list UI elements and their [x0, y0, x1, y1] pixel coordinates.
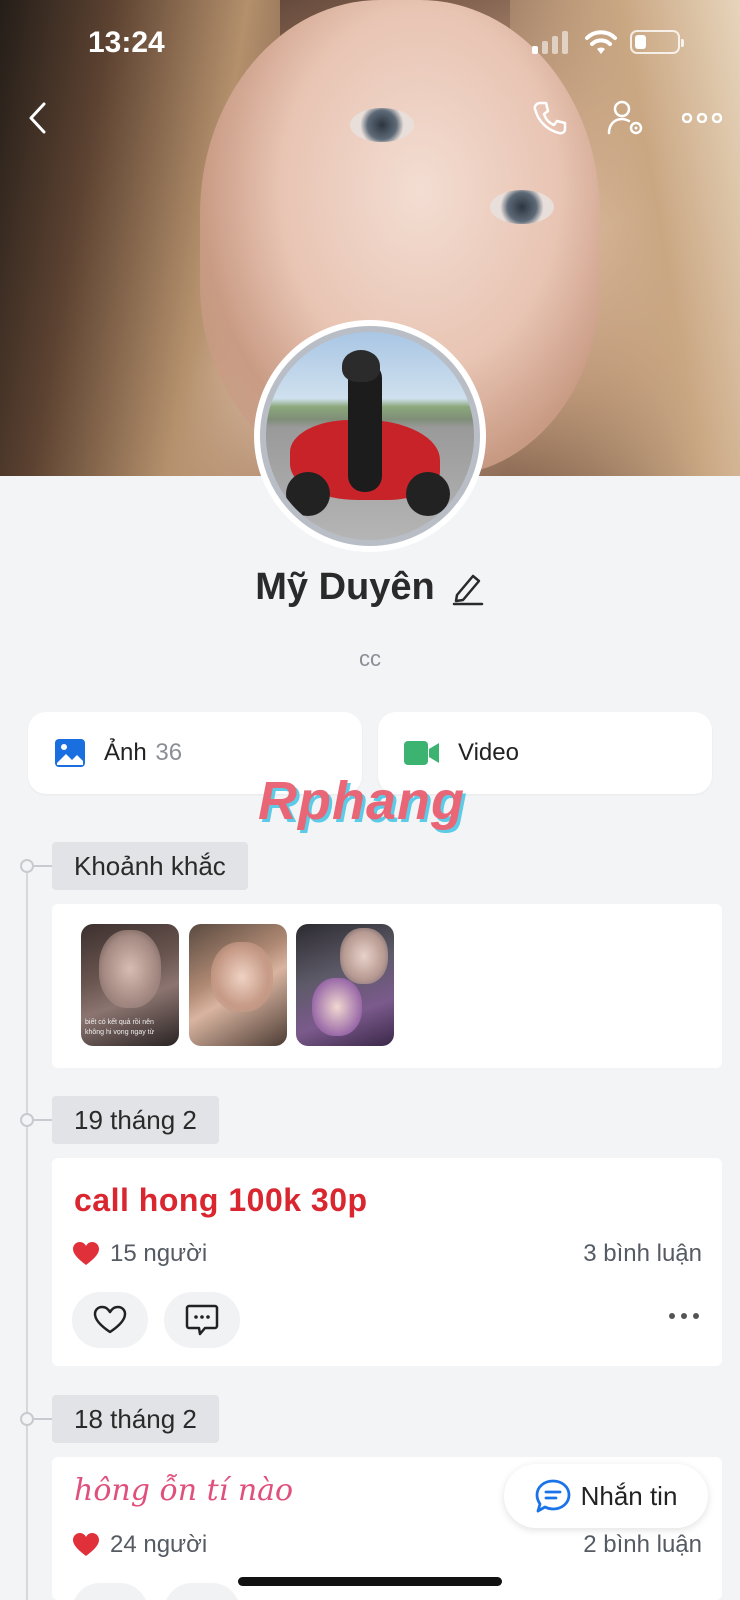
cover-eye-left	[350, 108, 414, 142]
timeline-dot	[20, 1412, 34, 1426]
cover-eye-right	[490, 190, 554, 224]
post-likes-count: 24 người	[110, 1531, 208, 1558]
comment-button[interactable]	[164, 1292, 240, 1348]
post-card[interactable]: call hong 100k 30p 15 người 3 bình luận	[52, 1158, 722, 1366]
timeline-line	[26, 870, 28, 1600]
comment-icon	[185, 1304, 219, 1336]
profile-name: Mỹ Duyên	[255, 566, 435, 608]
profile-name-row: Mỹ Duyên	[0, 566, 740, 609]
more-options-button[interactable]	[672, 96, 732, 140]
profile-bio: cc	[359, 646, 381, 671]
post-more-icon[interactable]	[668, 1312, 700, 1320]
image-icon	[55, 739, 85, 767]
post-text: call hong 100k 30p	[74, 1182, 368, 1218]
moments-card: biết có kết quả rồi nên không hi vọng ng…	[52, 904, 722, 1068]
post-date: 18 tháng 2	[52, 1395, 219, 1443]
post-likes[interactable]: 15 người	[72, 1240, 207, 1268]
back-button[interactable]	[16, 96, 60, 140]
avatar-photo	[260, 326, 480, 546]
moment-caption-line-1: biết có kết quả rồi nên	[85, 1019, 154, 1026]
ellipsis-icon	[682, 113, 722, 123]
send-message-button[interactable]: Nhắn tin	[504, 1464, 708, 1528]
post-likes[interactable]: 24 người	[72, 1531, 207, 1559]
like-button[interactable]	[72, 1583, 148, 1600]
video-camera-icon	[404, 741, 439, 765]
timeline-dot	[20, 1113, 34, 1127]
heart-outline-icon	[93, 1305, 127, 1334]
timeline-tick	[34, 1418, 52, 1420]
moment-thumbnail[interactable]	[296, 924, 394, 1046]
heart-filled-icon	[73, 1242, 99, 1265]
call-button[interactable]	[528, 96, 572, 140]
moment-thumbnail[interactable]: biết có kết quả rồi nên không hi vọng ng…	[81, 924, 179, 1046]
photos-label: Ảnh	[104, 739, 147, 766]
video-label: Video	[458, 739, 519, 766]
timeline-tick	[34, 1119, 52, 1121]
send-message-label: Nhắn tin	[580, 1480, 678, 1511]
comment-button[interactable]	[164, 1583, 240, 1600]
chevron-left-icon	[29, 102, 46, 134]
post-likes-count: 15 người	[110, 1240, 208, 1267]
watermark-logo: Rphang	[258, 771, 465, 831]
post-date: 19 tháng 2	[52, 1096, 219, 1144]
timeline-dot	[20, 859, 34, 873]
user-gear-icon	[607, 100, 643, 135]
avatar[interactable]	[254, 320, 486, 552]
moment-caption-line-2: không hi vọng ngay từ	[85, 1029, 155, 1036]
signal-icon	[532, 30, 568, 54]
post-comments-count[interactable]: 3 bình luận	[583, 1240, 702, 1268]
post-text: hông ỗn tí nào	[74, 1473, 294, 1508]
status-bar: 13:24	[0, 0, 740, 88]
chat-bubble-icon	[535, 1479, 570, 1513]
moment-doll	[312, 978, 362, 1036]
moments-label: Khoảnh khắc	[52, 842, 248, 890]
like-button[interactable]	[72, 1292, 148, 1348]
post-comments-count[interactable]: 2 bình luận	[583, 1531, 702, 1559]
avatar-helmet	[342, 350, 380, 382]
battery-icon	[630, 30, 684, 54]
status-time: 13:24	[88, 26, 165, 59]
edit-pencil-icon[interactable]	[451, 570, 485, 606]
moment-thumbnail[interactable]	[189, 924, 287, 1046]
phone-icon	[533, 101, 567, 135]
moment-face	[211, 942, 273, 1012]
avatar-wheel-front	[286, 472, 330, 516]
moment-face	[99, 930, 161, 1008]
profile-settings-button[interactable]	[604, 96, 648, 140]
timeline-tick	[34, 865, 52, 867]
photos-count: 36	[155, 739, 183, 766]
home-indicator[interactable]	[238, 1577, 502, 1586]
moment-face	[340, 928, 388, 984]
heart-filled-icon	[73, 1533, 99, 1556]
moment-caption: biết có kết quả rồi nên không hi vọng ng…	[85, 1018, 175, 1038]
wifi-icon	[585, 30, 617, 54]
avatar-wheel-rear	[406, 472, 450, 516]
